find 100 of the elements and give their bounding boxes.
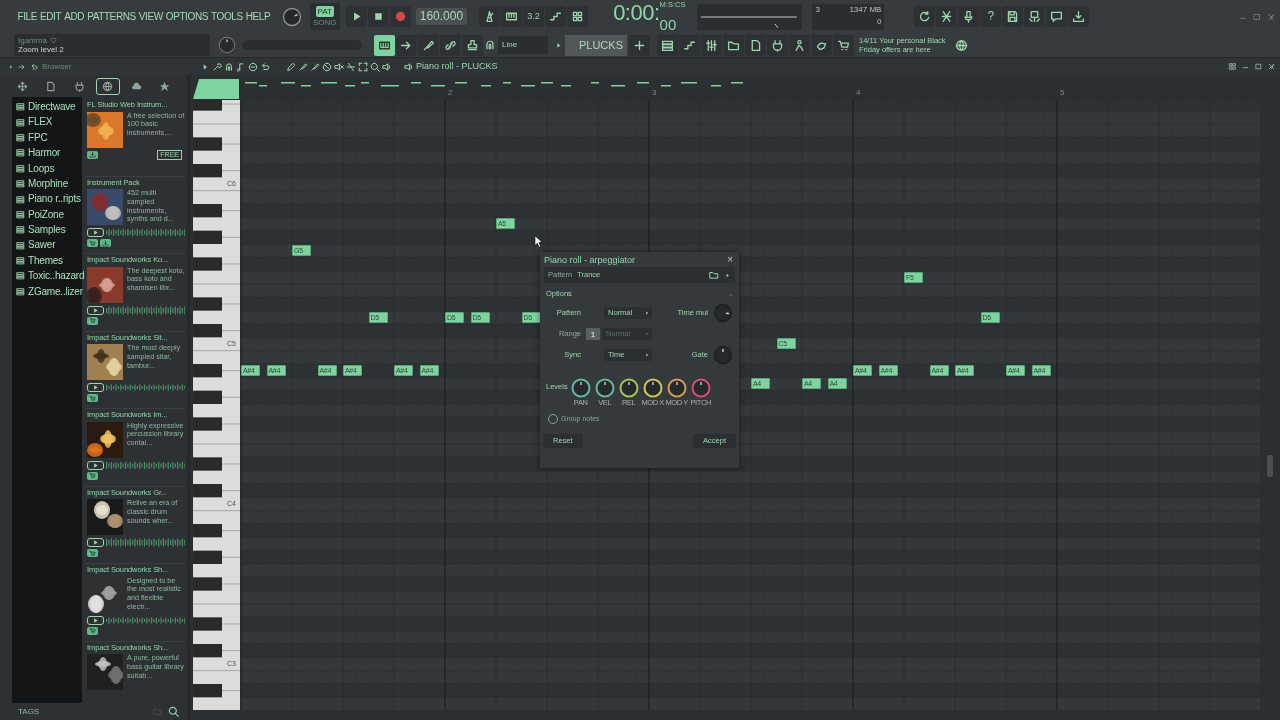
menu-item[interactable]: ADD <box>62 10 86 23</box>
preview-play-button[interactable] <box>87 305 104 315</box>
maximize-icon[interactable] <box>1254 62 1263 71</box>
magnet-icon[interactable] <box>224 61 234 72</box>
steps-button[interactable] <box>679 34 700 56</box>
microphone-button[interactable] <box>958 6 980 27</box>
stamp-button[interactable] <box>462 34 483 56</box>
grid-button[interactable] <box>567 6 589 27</box>
select-icon[interactable] <box>358 61 368 72</box>
browser-tab[interactable] <box>95 77 120 95</box>
figure-button[interactable] <box>789 34 810 56</box>
folder-item[interactable]: Morphine <box>28 177 69 190</box>
zoom-icon[interactable] <box>370 61 380 72</box>
folder-item[interactable]: Loops <box>28 162 55 174</box>
level-knob[interactable] <box>690 377 711 398</box>
countdown-button[interactable]: 3.2 <box>523 6 545 27</box>
folder-item[interactable]: Toxic..hazard <box>28 270 85 282</box>
mode-toggle[interactable]: PAT <box>315 5 334 17</box>
folder-item[interactable]: Samples <box>28 224 66 236</box>
cart-button[interactable] <box>87 239 98 248</box>
folder-button[interactable] <box>723 34 744 56</box>
arrow-button[interactable] <box>396 34 417 56</box>
menu-item[interactable]: OPTIONS <box>164 10 210 23</box>
folder-item[interactable]: Themes <box>28 254 63 267</box>
cart-button[interactable] <box>833 34 854 56</box>
stack-button[interactable] <box>657 34 678 56</box>
brush-icon[interactable] <box>298 61 308 72</box>
download-button[interactable] <box>100 239 111 248</box>
download-icon <box>89 151 96 159</box>
level-knob[interactable] <box>618 377 639 398</box>
cart-button[interactable] <box>87 549 98 558</box>
plug-button[interactable] <box>767 34 788 56</box>
preview-play-button[interactable] <box>87 538 104 548</box>
prohibited-icon[interactable] <box>322 61 332 72</box>
cart-button[interactable] <box>87 626 98 635</box>
folder-item[interactable]: ZGame..lizer <box>28 285 83 298</box>
level-knob[interactable] <box>594 377 615 398</box>
folder-item[interactable]: Sawer <box>28 239 56 251</box>
folder-item[interactable]: Harmor <box>28 147 61 159</box>
stamp-icon <box>466 38 479 52</box>
mute-icon[interactable] <box>334 61 344 72</box>
download-button[interactable] <box>1068 6 1090 27</box>
pencil-icon[interactable] <box>286 61 296 72</box>
menu-item[interactable]: HELP <box>244 10 272 23</box>
brush-button[interactable] <box>418 34 439 56</box>
folder-item[interactable]: PoiZone <box>28 208 64 221</box>
help-button[interactable]: ? <box>980 6 1002 27</box>
folder-item[interactable]: Piano r..ripts <box>28 193 81 205</box>
menu-item[interactable]: VIEW <box>137 10 165 23</box>
folder-item[interactable]: Directwave <box>28 100 76 113</box>
menu-item[interactable]: PATTERNS <box>85 10 138 23</box>
add-pattern-button[interactable] <box>629 34 650 56</box>
stop-button[interactable] <box>367 6 389 27</box>
menu-item[interactable]: FILE <box>16 10 39 23</box>
close-button[interactable]: × <box>725 255 735 266</box>
slice-icon[interactable] <box>346 61 356 72</box>
cart-button[interactable] <box>87 316 98 325</box>
preview-play-button[interactable] <box>87 383 104 393</box>
play-button[interactable] <box>345 6 367 27</box>
tags-label[interactable]: TAGS <box>18 706 40 717</box>
cart-button[interactable] <box>87 471 98 480</box>
folder-item[interactable]: FLEX <box>28 116 53 128</box>
metronome-button[interactable] <box>479 6 501 27</box>
mode-toggle[interactable]: SONG <box>310 16 339 28</box>
cart-button[interactable] <box>87 394 98 403</box>
level-knob[interactable] <box>642 377 663 398</box>
level-knob[interactable] <box>666 377 687 398</box>
grid-icon[interactable] <box>1228 62 1237 71</box>
volume-knob[interactable] <box>281 6 302 27</box>
note-icon[interactable] <box>236 61 246 72</box>
menu-item[interactable]: TOOLS <box>209 10 245 23</box>
steps-button[interactable] <box>545 6 567 27</box>
scrollbar-thumb[interactable] <box>1267 455 1273 477</box>
sliders-button[interactable] <box>701 34 722 56</box>
download-button[interactable] <box>87 150 98 159</box>
preview-play-button[interactable] <box>87 615 104 625</box>
speaker-icon[interactable] <box>382 61 392 72</box>
close-icon[interactable] <box>1267 62 1276 71</box>
paint-brush-icon[interactable] <box>310 61 320 72</box>
link-button[interactable] <box>440 34 461 56</box>
tempo-display[interactable]: 160.000 <box>415 7 468 26</box>
folder-item[interactable]: FPC <box>28 131 48 144</box>
pattern-selector[interactable]: PLUCKS <box>565 34 627 56</box>
preview-play-button[interactable] <box>87 228 104 238</box>
pitch-knob[interactable] <box>218 36 236 54</box>
menu-item[interactable]: EDIT <box>38 10 63 23</box>
wrench-icon[interactable] <box>212 61 222 72</box>
undo-icon[interactable] <box>260 61 270 72</box>
step-keyboard-button[interactable] <box>374 34 395 56</box>
save-button[interactable] <box>1002 6 1024 27</box>
level-knob[interactable] <box>570 377 591 398</box>
cursor-icon <box>534 235 544 248</box>
snap-dropdown[interactable]: Line <box>498 36 548 54</box>
preview-play-button[interactable] <box>87 460 104 470</box>
keyboard-button[interactable] <box>501 6 523 27</box>
export-button[interactable] <box>1024 6 1046 27</box>
scissors-button[interactable] <box>936 6 958 27</box>
chat-button[interactable] <box>1046 6 1068 27</box>
page-button[interactable] <box>745 34 766 56</box>
refresh-button[interactable] <box>914 6 936 27</box>
